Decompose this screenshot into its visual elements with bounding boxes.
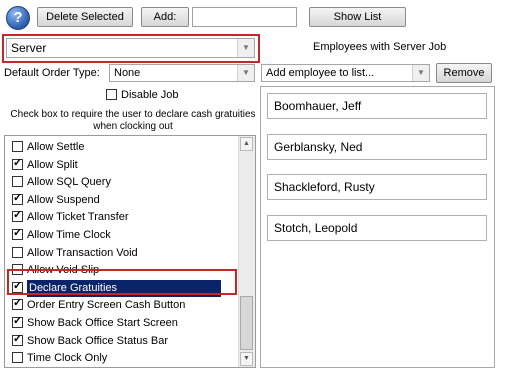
declare-gratuities-highlight [7, 269, 237, 295]
instructions-text: Check box to require the user to declare… [10, 109, 256, 132]
permission-item[interactable]: Allow Transaction Void [8, 245, 233, 262]
checkbox-box[interactable]: ✓ [12, 227, 23, 240]
show-list-button[interactable]: Show List [309, 7, 406, 27]
permission-item[interactable]: ✓ Allow Ticket Transfer [8, 209, 233, 226]
permission-label: Allow Ticket Transfer [27, 211, 129, 224]
checkbox-box[interactable] [12, 246, 23, 258]
permission-label: Order Entry Screen Cash Button [27, 299, 186, 312]
permission-label: Allow Settle [27, 141, 85, 153]
permission-label: Allow SQL Query [27, 176, 111, 189]
employee-item[interactable]: Stotch, Leopold [267, 214, 487, 241]
employees-header: Employees with Server Job [313, 41, 447, 53]
permissions-list[interactable]: Allow Settle ✓ Allow Split Allow SQL Query ✓… [4, 135, 256, 368]
employee-item[interactable]: Gerblansky, Ned [267, 133, 487, 160]
add-input[interactable] [192, 7, 297, 27]
permission-item[interactable]: ✓ Order Entry Screen Cash Button [8, 297, 233, 314]
checkbox-box[interactable] [12, 176, 23, 188]
checkbox-box[interactable] [12, 352, 23, 364]
permission-item[interactable]: Allow SQL Query [8, 174, 233, 191]
add-label-button[interactable]: Add: [141, 7, 189, 27]
remove-button[interactable]: Remove [436, 63, 492, 83]
permission-item[interactable]: ✓ Allow Suspend [8, 192, 233, 209]
checkbox-box[interactable] [106, 89, 117, 100]
checkmark-icon: ✓ [13, 191, 23, 204]
checkbox-box[interactable]: ✓ [12, 156, 23, 170]
scroll-up-icon[interactable]: ▲ [240, 137, 253, 151]
checkmark-icon: ✓ [13, 227, 23, 239]
checkmark-icon: ✓ [13, 332, 23, 345]
employees-list[interactable]: Boomhauer, Jeff Gerblansky, Ned Shacklefor… [260, 86, 495, 368]
disable-job-checkbox[interactable]: Disable Job [106, 88, 178, 102]
permission-item[interactable]: ✓ Show Back Office Status Bar [8, 333, 233, 350]
checkbox-box[interactable] [12, 141, 23, 152]
order-type-value: None [114, 67, 141, 79]
permission-item[interactable]: ✓ Show Back Office Start Screen [8, 315, 233, 332]
permission-item[interactable]: ✓ Allow Time Clock [8, 227, 233, 244]
help-icon[interactable]: ? [6, 6, 30, 30]
permission-item[interactable]: Time Clock Only [8, 350, 233, 367]
employee-item[interactable]: Shackleford, Rusty [267, 174, 487, 200]
order-type-label: Default Order Type: [4, 67, 100, 79]
checkmark-icon: ✓ [13, 156, 23, 169]
checkbox-box[interactable]: ✓ [12, 209, 23, 223]
job-select-highlight [2, 34, 260, 63]
permission-label: Show Back Office Status Bar [27, 334, 169, 347]
employee-item[interactable]: Boomhauer, Jeff [267, 93, 487, 119]
permission-label: Time Clock Only [27, 352, 108, 365]
permission-item[interactable]: Allow Settle [8, 139, 233, 156]
add-employee-placeholder: Add employee to list... [266, 67, 375, 79]
permissions-scrollbar[interactable]: ▲ ▼ [238, 136, 255, 367]
scroll-down-icon[interactable]: ▼ [240, 352, 253, 366]
scroll-thumb[interactable] [240, 296, 253, 350]
checkbox-box[interactable]: ✓ [12, 297, 23, 311]
add-employee-select[interactable]: Add employee to list... ▼ [261, 64, 430, 82]
permission-label: Show Back Office Start Screen [27, 317, 178, 329]
delete-selected-button[interactable]: Delete Selected [37, 7, 133, 27]
permission-item[interactable]: ✓ Allow Split [8, 157, 233, 174]
disable-job-label: Disable Job [121, 89, 179, 101]
permission-label: Allow Time Clock [27, 229, 111, 241]
permission-label: Allow Suspend [27, 193, 100, 206]
checkbox-box[interactable]: ✓ [12, 332, 23, 346]
checkmark-icon: ✓ [13, 315, 23, 327]
chevron-down-icon[interactable]: ▼ [412, 65, 429, 81]
checkbox-box[interactable]: ✓ [12, 315, 23, 328]
checkmark-icon: ✓ [13, 209, 23, 222]
checkbox-box[interactable]: ✓ [12, 191, 23, 205]
chevron-down-icon[interactable]: ▼ [237, 65, 254, 81]
checkmark-icon: ✓ [13, 297, 23, 310]
order-type-select[interactable]: None ▼ [109, 64, 255, 82]
permission-label: Allow Split [27, 158, 78, 171]
permission-label: Allow Transaction Void [27, 246, 138, 259]
